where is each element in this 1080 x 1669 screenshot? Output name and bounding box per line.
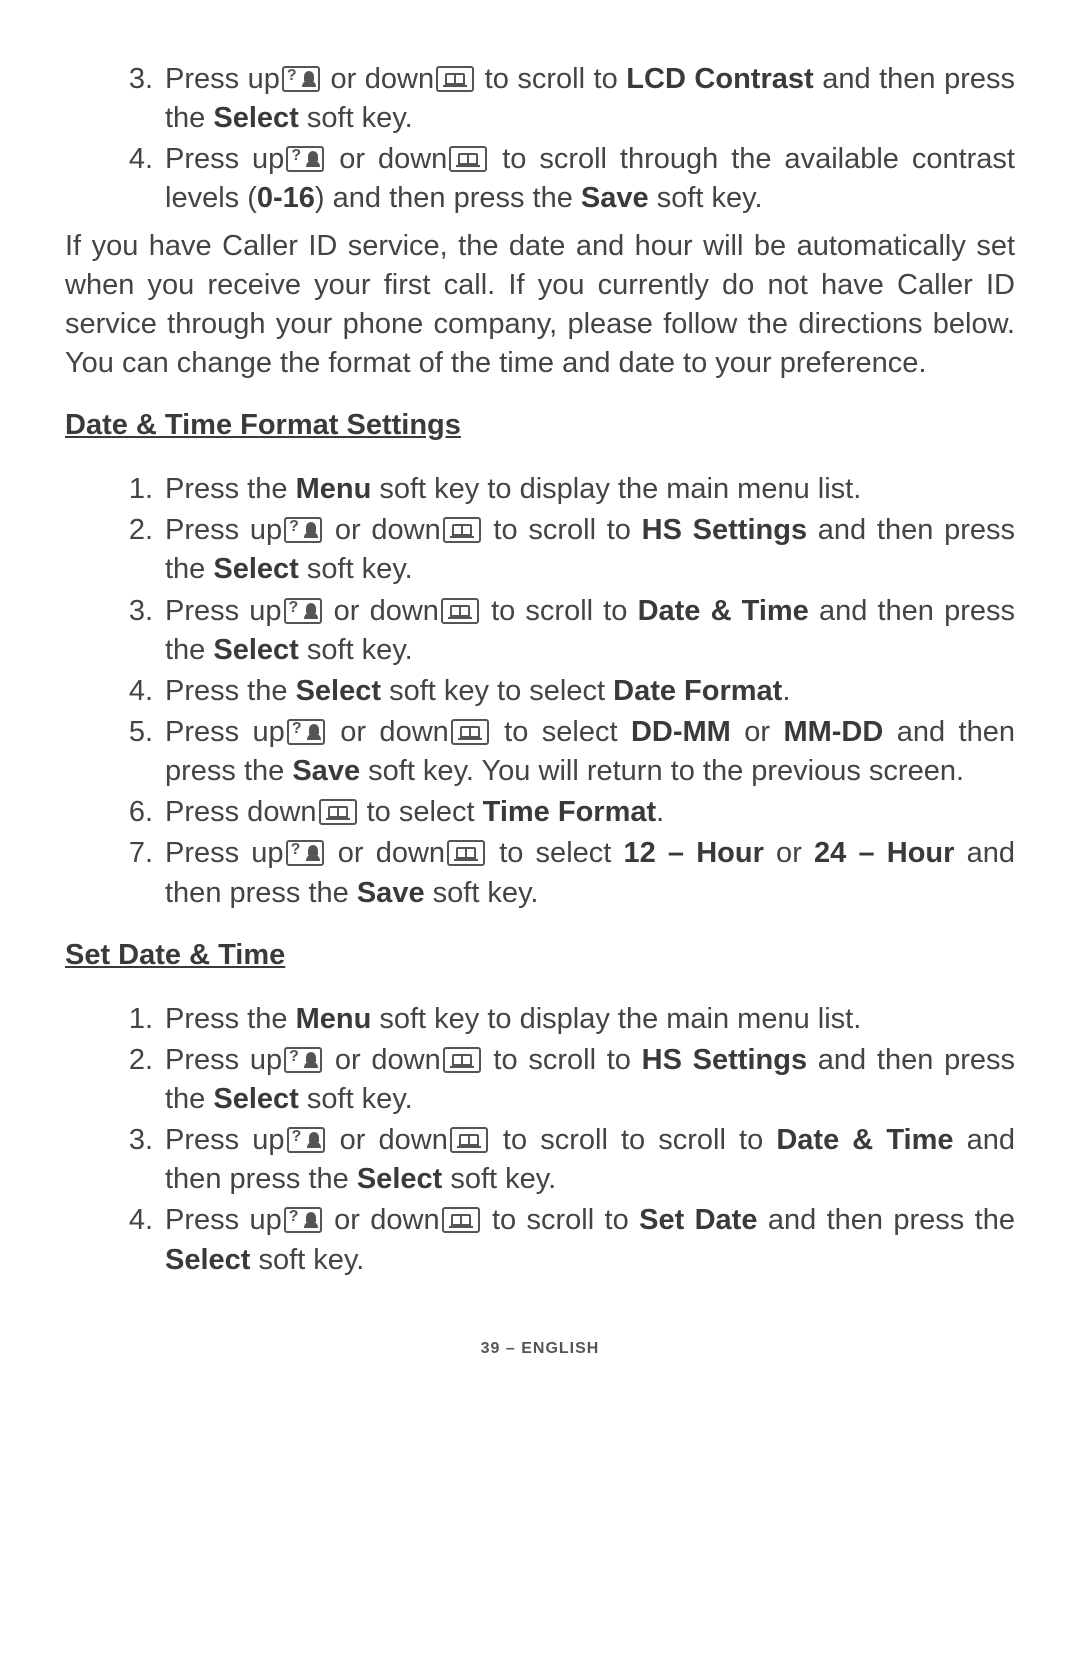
up-key-icon — [287, 719, 325, 745]
bold-term: Save — [357, 877, 425, 909]
list-number: 7. — [65, 834, 165, 912]
bold-term: MM-DD — [783, 716, 883, 748]
bold-term: Set Date — [639, 1204, 757, 1236]
down-key-icon — [436, 66, 474, 92]
list-item: 7.Press up or down to select 12 – Hour o… — [65, 834, 1015, 912]
up-key-icon — [284, 598, 322, 624]
up-key-icon — [287, 1127, 325, 1153]
list-number: 4. — [65, 140, 165, 218]
list-item: 1.Press the Menu soft key to display the… — [65, 470, 1015, 509]
list-text: Press the Menu soft key to display the m… — [165, 1000, 1015, 1039]
list-number: 3. — [65, 592, 165, 670]
up-key-icon — [286, 146, 324, 172]
list-text: Press up or down to scroll to Date & Tim… — [165, 592, 1015, 670]
list-item: 3.Press up or down to scroll to scroll t… — [65, 1121, 1015, 1199]
list-item: 4.Press up or down to scroll to Set Date… — [65, 1201, 1015, 1279]
bold-term: Select — [296, 675, 381, 707]
down-key-icon — [441, 598, 479, 624]
list-number: 6. — [65, 793, 165, 832]
list-text: Press down to select Time Format. — [165, 793, 1015, 832]
list-number: 1. — [65, 1000, 165, 1039]
heading-set-date-time: Set Date & Time — [65, 939, 1015, 972]
list-item: 4.Press the Select soft key to select Da… — [65, 672, 1015, 711]
list-item: 3.Press up or down to scroll to Date & T… — [65, 592, 1015, 670]
bold-term: Date & Time — [638, 595, 809, 627]
list-item: 2.Press up or down to scroll to HS Setti… — [65, 511, 1015, 589]
down-key-icon — [451, 719, 489, 745]
up-key-icon — [284, 1207, 322, 1233]
down-key-icon — [443, 517, 481, 543]
list-text: Press the Menu soft key to display the m… — [165, 470, 1015, 509]
list-number: 4. — [65, 672, 165, 711]
bold-term: LCD Contrast — [626, 63, 813, 95]
list-number: 5. — [65, 713, 165, 791]
down-key-icon — [319, 799, 357, 825]
list-text: Press up or down to scroll to Set Date a… — [165, 1201, 1015, 1279]
down-key-icon — [449, 146, 487, 172]
date-time-format-list: 1.Press the Menu soft key to display the… — [65, 470, 1015, 913]
bold-term: Menu — [296, 473, 372, 505]
list-item: 5.Press up or down to select DD-MM or MM… — [65, 713, 1015, 791]
list-number: 1. — [65, 470, 165, 509]
page-footer: 39 – ENGLISH — [65, 1340, 1015, 1358]
list-item: 1.Press the Menu soft key to display the… — [65, 1000, 1015, 1039]
bold-term: 12 – Hour — [624, 837, 764, 869]
bold-term: Select — [213, 102, 298, 134]
bold-term: Save — [292, 755, 360, 787]
continued-list: 3.Press up or down to scroll to LCD Cont… — [65, 60, 1015, 219]
bold-term: Select — [213, 634, 298, 666]
info-paragraph: If you have Caller ID service, the date … — [65, 227, 1015, 384]
list-item: 3.Press up or down to scroll to LCD Cont… — [65, 60, 1015, 138]
bold-term: Menu — [296, 1003, 372, 1035]
bold-term: Date Format — [613, 675, 782, 707]
up-key-icon — [284, 517, 322, 543]
down-key-icon — [450, 1127, 488, 1153]
bold-term: Select — [213, 1083, 298, 1115]
bold-term: Save — [581, 182, 649, 214]
list-text: Press up or down to scroll to HS Setting… — [165, 511, 1015, 589]
list-item: 4.Press up or down to scroll through the… — [65, 140, 1015, 218]
up-key-icon — [282, 66, 320, 92]
list-number: 3. — [65, 1121, 165, 1199]
list-text: Press the Select soft key to select Date… — [165, 672, 1015, 711]
list-item: 2.Press up or down to scroll to HS Setti… — [65, 1041, 1015, 1119]
heading-date-time-format: Date & Time Format Settings — [65, 409, 1015, 442]
list-text: Press up or down to select 12 – Hour or … — [165, 834, 1015, 912]
bold-term: Select — [213, 553, 298, 585]
bold-term: HS Settings — [642, 514, 807, 546]
list-text: Press up or down to select DD-MM or MM-D… — [165, 713, 1015, 791]
up-key-icon — [284, 1047, 322, 1073]
list-text: Press up or down to scroll to scroll to … — [165, 1121, 1015, 1199]
down-key-icon — [442, 1207, 480, 1233]
list-number: 2. — [65, 1041, 165, 1119]
bold-term: 24 – Hour — [814, 837, 954, 869]
list-number: 3. — [65, 60, 165, 138]
list-number: 4. — [65, 1201, 165, 1279]
bold-term: Select — [165, 1244, 250, 1276]
down-key-icon — [443, 1047, 481, 1073]
up-key-icon — [286, 840, 324, 866]
bold-term: HS Settings — [642, 1044, 807, 1076]
bold-term: Time Format — [483, 796, 657, 828]
manual-page: 3.Press up or down to scroll to LCD Cont… — [0, 0, 1080, 1398]
bold-term: DD-MM — [631, 716, 731, 748]
set-date-time-list: 1.Press the Menu soft key to display the… — [65, 1000, 1015, 1280]
list-item: 6.Press down to select Time Format. — [65, 793, 1015, 832]
bold-term: Date & Time — [776, 1124, 953, 1156]
bold-term: 0-16 — [257, 182, 315, 214]
list-text: Press up or down to scroll through the a… — [165, 140, 1015, 218]
down-key-icon — [447, 840, 485, 866]
list-text: Press up or down to scroll to HS Setting… — [165, 1041, 1015, 1119]
list-number: 2. — [65, 511, 165, 589]
bold-term: Select — [357, 1163, 442, 1195]
list-text: Press up or down to scroll to LCD Contra… — [165, 60, 1015, 138]
